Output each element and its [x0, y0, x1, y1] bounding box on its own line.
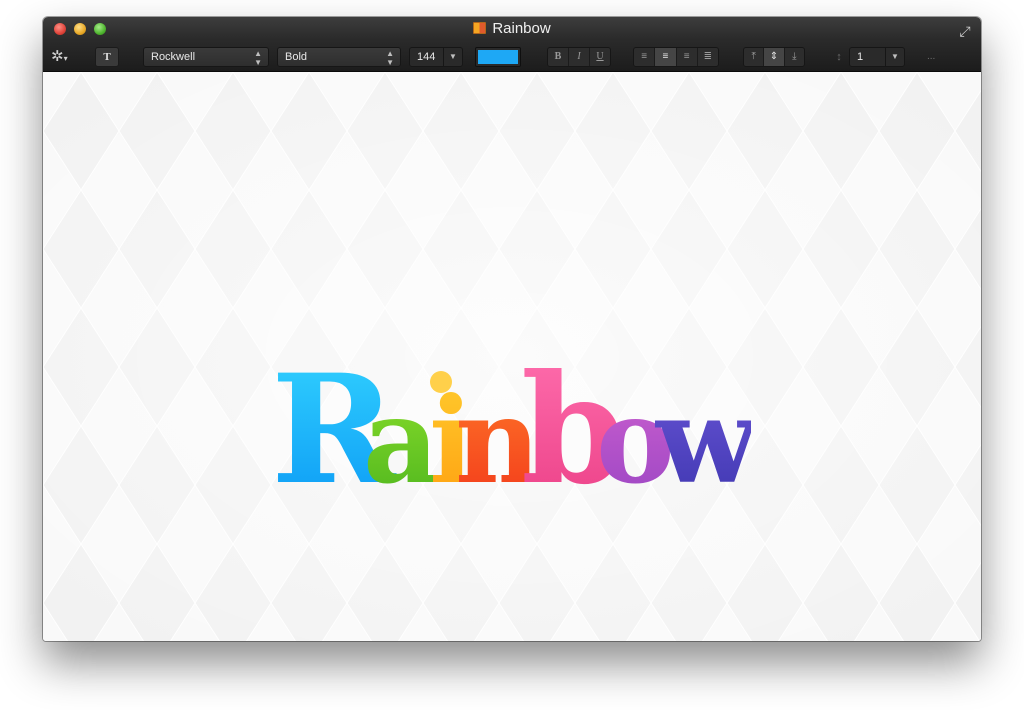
line-spacing-icon: ↕ [836, 51, 842, 63]
chevron-down-icon[interactable]: ▼ [443, 48, 462, 66]
titlebar: Rainbow ⤢ ✲▾ T Rockwell ▲ ▼ Bold ▲ ▼ 144 ▼… [43, 17, 981, 72]
align-top-icon[interactable]: ⤒ [744, 48, 765, 66]
chevron-down-icon[interactable]: ▼ [885, 48, 904, 66]
bold-button[interactable]: B [548, 48, 569, 66]
font-family-select[interactable]: Rockwell ▲ ▼ [143, 47, 269, 67]
align-center-icon[interactable]: ≡ [655, 48, 677, 66]
color-swatch [478, 50, 518, 64]
align-right-icon[interactable]: ≡ [677, 48, 698, 66]
window-title: Rainbow [492, 20, 551, 37]
alignment-buttons: ≡ ≡ ≡ ≣ [633, 47, 719, 67]
font-style-value: Bold [285, 51, 308, 63]
font-size-field[interactable]: 144 ▼ [409, 47, 463, 67]
align-left-icon[interactable]: ≡ [634, 48, 656, 66]
document-icon [473, 22, 487, 34]
line-spacing-field[interactable]: 1 ▼ [849, 47, 905, 67]
text-tool-button[interactable]: T [95, 47, 119, 67]
line-spacing-value: 1 [857, 51, 864, 63]
wordmark-letter-w: w [654, 371, 751, 510]
stepper-arrows-icon: ▲ ▼ [386, 49, 394, 67]
window-title-group: Rainbow [43, 20, 981, 40]
fullscreen-icon[interactable]: ⤢ [957, 23, 973, 39]
more-options[interactable]: ... [927, 47, 941, 67]
align-justify-icon[interactable]: ≣ [698, 48, 718, 66]
document-canvas[interactable]: Rainbow [43, 72, 981, 641]
vertical-alignment-buttons: ⤒ ⇕ ⤓ [743, 47, 805, 67]
align-middle-icon[interactable]: ⇕ [764, 48, 785, 66]
font-style-select[interactable]: Bold ▲ ▼ [277, 47, 401, 67]
font-family-value: Rockwell [151, 51, 196, 63]
text-color-well[interactable] [475, 47, 521, 67]
gear-icon[interactable]: ✲▾ [51, 47, 73, 67]
rainbow-wordmark[interactable]: Rainbow [271, 352, 751, 512]
align-bottom-icon[interactable]: ⤓ [785, 48, 804, 66]
format-toolbar: ✲▾ T Rockwell ▲ ▼ Bold ▲ ▼ 144 ▼ B I U ≡… [43, 45, 981, 69]
underline-button[interactable]: U [590, 48, 610, 66]
app-window: Rainbow ⤢ ✲▾ T Rockwell ▲ ▼ Bold ▲ ▼ 144 ▼… [43, 17, 981, 641]
letter-i-dot [430, 371, 452, 393]
font-size-value: 144 [417, 51, 436, 63]
text-style-buttons: B I U [547, 47, 611, 67]
stepper-arrows-icon: ▲ ▼ [254, 49, 262, 67]
italic-button[interactable]: I [569, 48, 590, 66]
wordmark-letter-a: a [363, 371, 439, 510]
